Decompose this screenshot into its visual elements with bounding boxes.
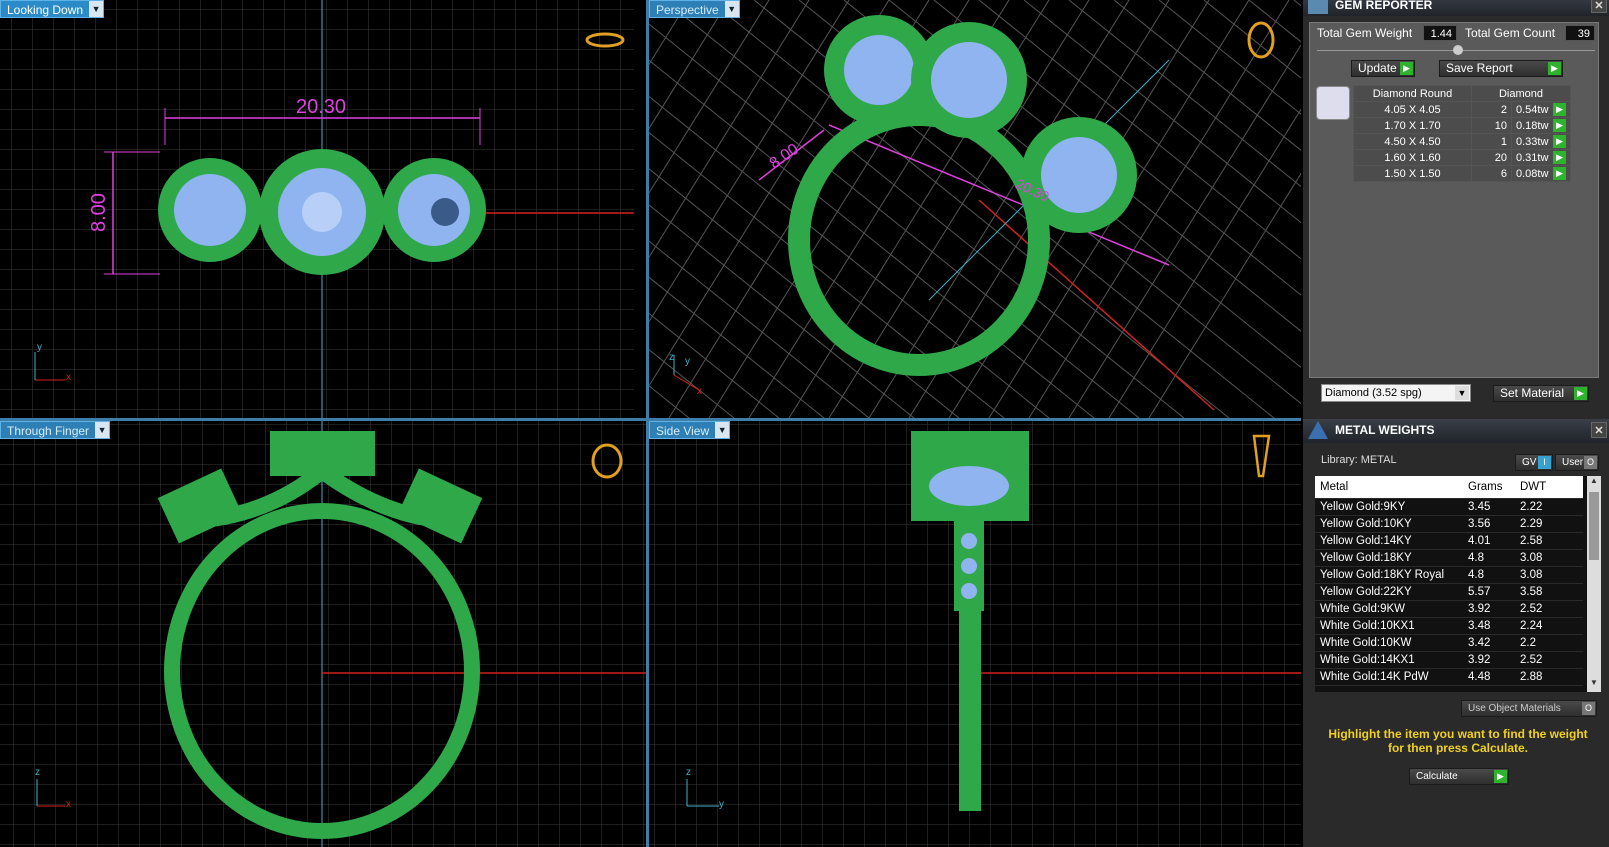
play-icon: ▶: [1574, 387, 1587, 400]
metal-row[interactable]: Yellow Gold:18KY 4.8 3.08: [1315, 549, 1583, 567]
metal-table-header[interactable]: DWT: [1515, 476, 1583, 499]
play-icon: ▶: [1494, 770, 1507, 783]
gem-reporter-icon: [1308, 0, 1328, 14]
scrollbar[interactable]: ▲ ▼: [1587, 476, 1601, 692]
viewport-divider[interactable]: [0, 418, 1301, 421]
metal-row[interactable]: White Gold:14K PdW 4.48 2.88: [1315, 668, 1583, 686]
gem-table-header: Diamond Round: [1353, 85, 1472, 102]
material-select[interactable]: Diamond (3.52 spg) ▼: [1321, 384, 1471, 402]
gem-table-header: Diamond: [1471, 85, 1571, 102]
play-icon: ▶: [1548, 62, 1561, 75]
scroll-up-icon[interactable]: ▲: [1587, 476, 1601, 490]
viewport-label-through-finger[interactable]: Through Finger ▼: [0, 421, 111, 439]
play-icon[interactable]: ▶: [1553, 119, 1566, 132]
total-gem-weight-value: 1.44: [1423, 25, 1457, 41]
slider-handle[interactable]: [1453, 45, 1463, 55]
chevron-down-icon[interactable]: ▼: [1455, 386, 1469, 400]
viewport-label-looking-down[interactable]: Looking Down ▼: [0, 0, 105, 18]
dimension-height: 8.00: [88, 193, 110, 232]
metal-table-header[interactable]: Metal: [1315, 476, 1463, 499]
metal-table-container[interactable]: Metal Grams DWT Yellow Gold:9KY 3.45 2.22 …: [1315, 476, 1601, 692]
metal-row[interactable]: Yellow Gold:9KY 3.45 2.22: [1315, 498, 1583, 516]
side-panel: GEM REPORTER ✕ Total Gem Weight 1.44 Tot…: [1303, 0, 1609, 847]
scrollbar-thumb[interactable]: [1589, 492, 1599, 560]
chevron-down-icon[interactable]: ▼: [89, 1, 104, 17]
save-report-button[interactable]: Save Report ▶: [1439, 60, 1563, 77]
viewport-label-perspective[interactable]: Perspective ▼: [649, 0, 740, 18]
gem-row[interactable]: 4.05 X 4.05 2 0.54tw: [1353, 101, 1571, 118]
gv-toggle[interactable]: GV I: [1515, 454, 1553, 471]
play-icon: ▶: [1400, 62, 1413, 75]
play-icon[interactable]: ▶: [1553, 167, 1566, 180]
axis-label-x: x: [66, 799, 71, 810]
metal-table: Metal Grams DWT Yellow Gold:9KY 3.45 2.22 …: [1315, 476, 1583, 686]
user-toggle[interactable]: User O: [1555, 454, 1599, 471]
update-button[interactable]: Update ▶: [1351, 60, 1415, 77]
viewport-looking-down[interactable]: Looking Down ▼ 20.30 8.00 y x: [0, 0, 634, 418]
dimension-width: 20.30: [296, 96, 347, 118]
calculate-button[interactable]: Calculate ▶: [1409, 768, 1509, 785]
metal-row[interactable]: White Gold:9KW 3.92 2.52: [1315, 600, 1583, 618]
axis-label-x: x: [66, 372, 71, 383]
axis-label-z: z: [686, 767, 691, 778]
axis-label-y: y: [685, 356, 690, 367]
gem-reporter-header: GEM REPORTER ✕: [1303, 0, 1609, 16]
axis-label-x: x: [697, 386, 702, 397]
chevron-down-icon[interactable]: ▼: [715, 422, 730, 438]
axis-label-z: z: [669, 352, 674, 363]
viewport-divider[interactable]: [646, 0, 649, 847]
metal-row[interactable]: White Gold:10KX1 3.48 2.24: [1315, 617, 1583, 635]
metal-row[interactable]: Yellow Gold:22KY 5.57 3.58: [1315, 583, 1583, 601]
viewport-through-finger[interactable]: Through Finger ▼ z x: [0, 421, 646, 847]
metal-row[interactable]: Yellow Gold:14KY 4.01 2.58: [1315, 532, 1583, 550]
metal-row[interactable]: White Gold:10KW 3.42 2.2: [1315, 634, 1583, 652]
gem-thumbnail-icon: [1316, 86, 1350, 120]
close-icon[interactable]: ✕: [1591, 0, 1607, 13]
gem-table: Diamond Round Diamond 4.05 X 4.05 2 0.54tw…: [1353, 85, 1571, 182]
play-icon[interactable]: ▶: [1553, 103, 1566, 116]
use-object-materials-toggle[interactable]: Use Object Materials O: [1461, 700, 1597, 717]
total-gem-count-label: Total Gem Count: [1465, 26, 1556, 40]
metal-table-header[interactable]: Grams: [1463, 476, 1515, 499]
scroll-down-icon[interactable]: ▼: [1587, 678, 1601, 692]
chevron-down-icon[interactable]: ▼: [724, 1, 739, 17]
gem-row[interactable]: 1.70 X 1.70 10 0.18tw: [1353, 117, 1571, 134]
metal-weights-header: METAL WEIGHTS ✕: [1303, 419, 1609, 443]
chevron-down-icon[interactable]: ▼: [95, 422, 110, 438]
play-icon[interactable]: ▶: [1553, 135, 1566, 148]
ring-perspective-model: [788, 15, 1137, 376]
metal-weights-icon: [1308, 421, 1328, 439]
axis-label-z: z: [35, 767, 40, 778]
close-icon[interactable]: ✕: [1591, 422, 1607, 438]
viewport-perspective[interactable]: Perspective ▼ 8.00 20.30 z y x: [649, 0, 1301, 418]
metal-row[interactable]: Yellow Gold:10KY 3.56 2.29: [1315, 515, 1583, 533]
viewport-label-side-view[interactable]: Side View ▼: [649, 421, 731, 439]
metal-row[interactable]: White Gold:14KX1 3.92 2.52: [1315, 651, 1583, 669]
gem-row[interactable]: 1.50 X 1.50 6 0.08tw: [1353, 165, 1571, 182]
grid: [0, 421, 646, 847]
gem-row[interactable]: 4.50 X 4.50 1 0.33tw: [1353, 133, 1571, 150]
axis-label-y: y: [37, 342, 42, 353]
viewport-side-view[interactable]: Side View ▼ z y: [649, 421, 1301, 847]
calculate-hint: Highlight the item you want to find the …: [1328, 727, 1588, 755]
axis-label-y: y: [719, 799, 724, 810]
play-icon[interactable]: ▶: [1553, 151, 1566, 164]
total-gem-count-value: 39: [1565, 25, 1595, 41]
set-material-button[interactable]: Set Material ▶: [1493, 385, 1589, 402]
gem-row[interactable]: 1.60 X 1.60 20 0.31tw: [1353, 149, 1571, 166]
total-gem-weight-label: Total Gem Weight: [1317, 26, 1413, 40]
grid: [649, 421, 1301, 847]
metal-row[interactable]: Yellow Gold:18KY Royal 4.8 3.08: [1315, 566, 1583, 584]
ring-top-model: [158, 149, 486, 275]
library-label: Library: METAL: [1321, 454, 1397, 466]
gem-row-go-buttons: ▶ ▶ ▶ ▶ ▶: [1553, 102, 1567, 180]
perspective-grid: [649, 0, 1301, 418]
